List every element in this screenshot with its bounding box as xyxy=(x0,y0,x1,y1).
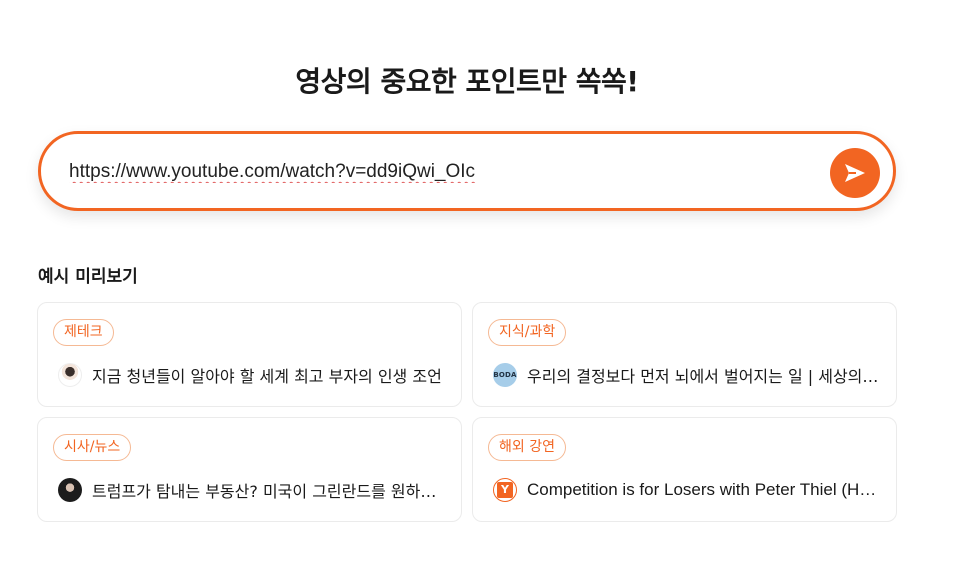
examples-heading: 예시 미리보기 xyxy=(38,267,138,287)
ycombinator-logo-icon: Y xyxy=(493,478,517,502)
channel-avatar-icon xyxy=(58,478,82,502)
category-badge: 지식/과학 xyxy=(488,319,567,346)
send-icon xyxy=(845,164,865,182)
video-title: 트럼프가 탐내는 부동산? 미국이 그린란드를 원하… xyxy=(92,482,437,501)
video-title: Competition is for Losers with Peter Thi… xyxy=(527,480,877,499)
video-title: 우리의 결정보다 먼저 뇌에서 벌어지는 일 | 세상의 … xyxy=(527,367,883,386)
boda-logo-icon: BODA xyxy=(493,363,517,387)
category-badge: 시사/뉴스 xyxy=(53,434,132,461)
example-card[interactable]: 해외 강연 Y Competition is for Losers with P… xyxy=(472,417,897,522)
submit-button[interactable] xyxy=(830,148,880,198)
example-card[interactable]: 시사/뉴스 트럼프가 탐내는 부동산? 미국이 그린란드를 원하… xyxy=(37,417,462,522)
example-card[interactable]: 제테크 지금 청년들이 알아야 할 세계 최고 부자의 인생 조언 xyxy=(37,302,462,407)
url-input[interactable] xyxy=(69,156,769,188)
category-badge: 제테크 xyxy=(53,319,114,346)
video-title: 지금 청년들이 알아야 할 세계 최고 부자의 인생 조언 xyxy=(92,367,442,386)
example-card[interactable]: 지식/과학 BODA 우리의 결정보다 먼저 뇌에서 벌어지는 일 | 세상의 … xyxy=(472,302,897,407)
category-badge: 해외 강연 xyxy=(488,434,566,461)
channel-avatar-icon xyxy=(58,363,82,387)
url-search-box xyxy=(38,131,896,211)
page-title: 영상의 중요한 포인트만 쏙쏙! xyxy=(295,65,639,98)
